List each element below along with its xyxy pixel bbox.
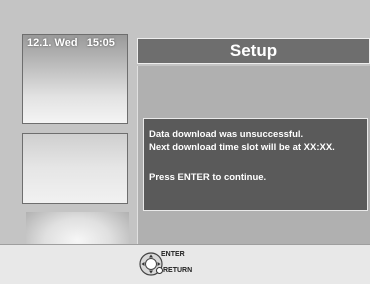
date-time-display: 12.1. Wed 15:05 — [27, 37, 115, 49]
setup-screen: 12.1. Wed 15:05 Setup Data download was … — [0, 0, 370, 284]
return-icon — [156, 267, 163, 274]
message-line-1: Data download was unsuccessful. — [149, 129, 304, 140]
enter-label: ENTER — [161, 251, 185, 258]
page-title: Setup — [229, 41, 278, 60]
setup-header: Setup — [137, 38, 370, 64]
control-guide-bar — [0, 244, 370, 284]
message-line-2: Next download time slot will be at XX:XX… — [149, 142, 335, 153]
message-dialog: Data download was unsuccessful. Next dow… — [143, 118, 368, 211]
message-line-3: Press ENTER to continue. — [149, 172, 267, 183]
return-label: RETURN — [163, 267, 193, 274]
preview-panel-middle — [22, 133, 128, 204]
